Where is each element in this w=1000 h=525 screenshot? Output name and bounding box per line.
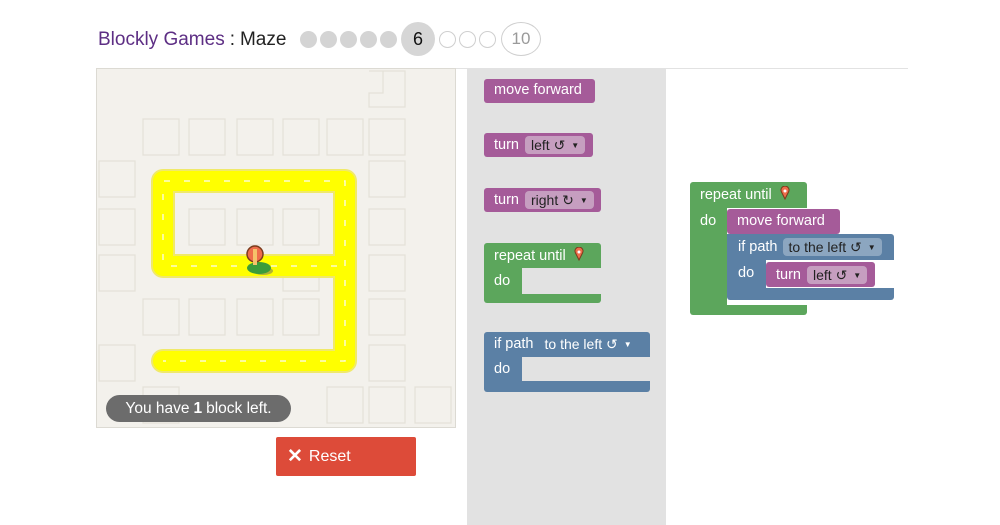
workspace-if-path-dropdown-value: to the left ↺ <box>788 238 862 255</box>
dropdown-arrow-icon: ▼ <box>867 242 876 252</box>
repeat-until-label: repeat until <box>494 248 566 264</box>
level-7-link[interactable] <box>439 31 456 48</box>
turn-left-label: turn <box>494 137 519 153</box>
maze-svg <box>98 70 452 424</box>
workspace-turn-left-block[interactable]: turn left ↺ ▼ <box>766 262 875 287</box>
level-1-link[interactable] <box>300 31 317 48</box>
level-9-link[interactable] <box>479 31 496 48</box>
turn-left-dropdown[interactable]: left ↺ ▼ <box>525 136 586 154</box>
toolbox-turn-right-block[interactable]: turn right ↻ ▼ <box>484 188 601 212</box>
turn-right-label: turn <box>494 192 519 208</box>
turn-right-dropdown[interactable]: right ↻ ▼ <box>525 191 594 209</box>
dropdown-arrow-icon: ▼ <box>623 339 632 349</box>
reset-label: Reset <box>308 447 351 465</box>
app-title-link[interactable]: Blockly Games <box>98 29 225 51</box>
workspace-program[interactable]: repeat until do move forward if path to … <box>690 182 894 315</box>
capacity-count: 1 <box>193 399 203 417</box>
level-current[interactable]: 6 <box>401 22 435 56</box>
workspace-if-path-label: if path <box>738 239 778 255</box>
workspace-turn-dropdown-value: left ↺ <box>813 266 848 283</box>
workspace-repeat-do-label: do <box>700 213 717 229</box>
game-title: Maze <box>239 29 287 50</box>
close-icon: ✕ <box>287 446 303 467</box>
level-last-link[interactable]: 10 <box>501 22 541 56</box>
toolbox-repeat-until-block[interactable]: repeat until do <box>484 243 601 303</box>
dropdown-arrow-icon: ▼ <box>571 140 580 150</box>
turn-left-dropdown-value: left ↺ <box>531 136 566 153</box>
workspace-if-path-dropdown[interactable]: to the left ↺ ▼ <box>782 238 882 256</box>
maze-display: You have 1 block left. <box>96 68 456 428</box>
page-header: Blockly Games : Maze <box>98 22 286 58</box>
title-separator: : <box>229 29 235 50</box>
goal-marker-icon <box>574 246 584 265</box>
turn-right-dropdown-value: right ↻ <box>531 191 574 208</box>
workspace-if-do-label: do <box>738 265 755 281</box>
dropdown-arrow-icon: ▼ <box>579 195 588 205</box>
reset-button[interactable]: ✕ Reset <box>276 437 416 476</box>
toolbox-turn-left-block[interactable]: turn left ↺ ▼ <box>484 133 593 157</box>
level-4-link[interactable] <box>360 31 377 48</box>
level-5-link[interactable] <box>380 31 397 48</box>
capacity-bubble: You have 1 block left. <box>106 395 291 422</box>
if-path-dropdown-value: to the left ↺ <box>544 335 618 352</box>
workspace-repeat-until-label: repeat until <box>700 187 772 203</box>
capacity-suffix: block left. <box>206 399 272 417</box>
if-path-label: if path <box>494 336 534 352</box>
goal-marker-icon <box>780 185 790 204</box>
if-do-label: do <box>494 361 511 377</box>
if-path-dropdown[interactable]: to the left ↺ ▼ <box>539 335 638 353</box>
workspace-move-forward-label: move forward <box>737 213 825 229</box>
level-3-link[interactable] <box>340 31 357 48</box>
repeat-do-label: do <box>494 273 511 289</box>
toolbox-if-path-block[interactable]: if path to the left ↺ ▼ do <box>484 332 650 392</box>
workspace-turn-dropdown[interactable]: left ↺ ▼ <box>807 266 868 284</box>
level-8-link[interactable] <box>459 31 476 48</box>
toolbox-move-forward-block[interactable]: move forward <box>484 79 595 103</box>
dropdown-arrow-icon: ▼ <box>853 270 862 280</box>
workspace-move-forward-block[interactable]: move forward <box>727 209 840 234</box>
capacity-prefix: You have <box>125 399 190 417</box>
level-2-link[interactable] <box>320 31 337 48</box>
move-forward-label: move forward <box>494 82 582 98</box>
workspace-turn-label: turn <box>776 267 801 283</box>
